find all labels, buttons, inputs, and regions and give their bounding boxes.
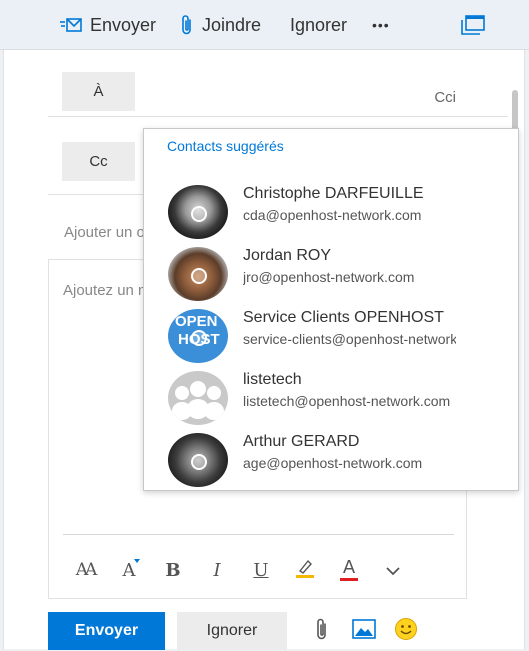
suggested-contacts-dropdown: Contacts suggérés Christophe DARFEUILLE …	[143, 128, 519, 491]
picture-icon	[352, 618, 376, 644]
to-row[interactable]: À Cci	[48, 50, 508, 117]
paperclip-icon	[180, 14, 194, 36]
italic-button[interactable]: I	[195, 555, 239, 585]
popout-button[interactable]	[461, 0, 485, 50]
suggested-contacts-title: Contacts suggérés	[167, 138, 284, 154]
avatar: OPEN HOST	[168, 309, 228, 363]
bcc-link[interactable]: Cci	[434, 89, 456, 106]
font-color-swatch	[340, 577, 358, 581]
command-bar: Envoyer Joindre Ignorer •••	[0, 0, 529, 50]
font-color-icon: A	[342, 556, 356, 578]
italic-icon: I	[213, 559, 221, 581]
discard-button[interactable]: Ignorer	[177, 612, 287, 650]
font-color-button[interactable]: A	[327, 555, 371, 585]
contact-name: Jordan ROY	[243, 247, 332, 264]
paperclip-icon	[315, 617, 329, 646]
contact-email: cda@openhost-network.com	[243, 207, 422, 223]
chevron-down-icon	[386, 560, 400, 581]
contact-item[interactable]: listetech listetech@openhost-network.com	[144, 363, 518, 425]
insert-image-button[interactable]	[351, 616, 377, 646]
popout-window-icon	[461, 15, 485, 35]
avatar	[168, 371, 228, 425]
discard-toolbar-label: Ignorer	[290, 14, 348, 35]
loading-icon	[191, 268, 207, 284]
underline-button[interactable]: U	[239, 555, 283, 585]
bold-icon: B	[165, 559, 181, 581]
smiley-icon	[394, 617, 418, 646]
more-format-button[interactable]	[371, 555, 415, 585]
contact-email: listetech@openhost-network.com	[243, 393, 451, 409]
contact-item[interactable]: Arthur GERARD age@openhost-network.com	[144, 425, 518, 487]
service-logo-text: OPEN	[175, 313, 218, 330]
bold-button[interactable]: B	[151, 555, 195, 585]
attach-toolbar-button[interactable]: Joindre	[180, 0, 261, 50]
contact-name: Arthur GERARD	[243, 433, 360, 450]
subject-input[interactable]: Ajouter un o	[64, 224, 145, 241]
contact-email: service-clients@openhost-network.com	[243, 331, 456, 347]
attach-button[interactable]	[309, 616, 335, 646]
font-size-button[interactable]: AA	[63, 555, 107, 585]
avatar	[168, 433, 228, 487]
font-size-icon: AA	[75, 560, 97, 580]
contact-item[interactable]: Jordan ROY jro@openhost-network.com	[144, 239, 518, 301]
contact-item[interactable]: Christophe DARFEUILLE cda@openhost-netwo…	[144, 177, 518, 239]
avatar	[168, 247, 228, 301]
to-button[interactable]: À	[62, 72, 135, 111]
contact-email: jro@openhost-network.com	[243, 269, 415, 285]
attach-toolbar-label: Joindre	[202, 14, 262, 35]
underline-icon: U	[253, 559, 269, 581]
format-divider	[63, 534, 454, 535]
send-toolbar-label: Envoyer	[90, 14, 157, 35]
contact-email: age@openhost-network.com	[243, 455, 423, 471]
grow-font-button[interactable]: A	[107, 555, 151, 585]
more-icon: •••	[372, 17, 390, 33]
body-placeholder: Ajoutez un m	[63, 282, 151, 299]
grow-arrow-icon	[134, 559, 140, 563]
highlighter-icon	[295, 557, 315, 584]
contact-name: Christophe DARFEUILLE	[243, 185, 424, 202]
avatar	[168, 185, 228, 239]
discard-toolbar-button[interactable]: Ignorer	[290, 0, 347, 50]
loading-icon	[191, 330, 207, 346]
format-toolbar: AA A B I U A	[63, 555, 415, 585]
contact-item[interactable]: OPEN HOST Service Clients OPENHOST servi…	[144, 301, 518, 363]
contact-name: listetech	[243, 371, 302, 388]
contact-name: Service Clients OPENHOST	[243, 309, 444, 326]
send-button[interactable]: Envoyer	[48, 612, 165, 650]
emoji-button[interactable]	[393, 616, 419, 646]
action-bar: Envoyer Ignorer	[48, 611, 419, 651]
more-options-button[interactable]: •••	[372, 0, 390, 50]
cc-button[interactable]: Cc	[62, 142, 135, 181]
highlight-button[interactable]	[283, 555, 327, 585]
loading-icon	[191, 454, 207, 470]
send-toolbar-button[interactable]: Envoyer	[60, 0, 156, 50]
loading-icon	[191, 206, 207, 222]
send-mail-icon	[60, 16, 82, 34]
